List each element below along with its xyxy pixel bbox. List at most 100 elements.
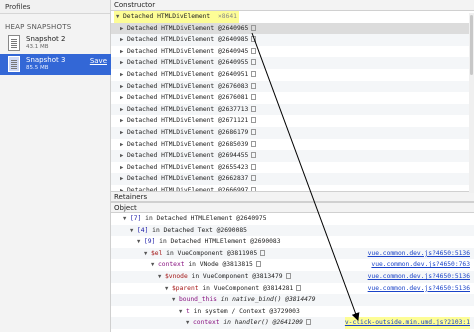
constructor-row-label: Detached HTMLDivElement @2686179 bbox=[127, 128, 249, 136]
constructor-list: ▼ Detached HTMLDivElement ×8641 ▶ Detached… bbox=[111, 11, 474, 191]
constructor-row-label: Detached HTMLDivElement @2676081 bbox=[127, 94, 249, 102]
retainer-key: context bbox=[158, 261, 185, 269]
retainer-row[interactable]: ▼ $vnode in VueComponent @3813479 vue.comm… bbox=[111, 270, 474, 283]
reveal-icon[interactable] bbox=[251, 175, 257, 182]
reveal-icon[interactable] bbox=[251, 94, 257, 101]
retainer-row[interactable]: ▼ context in VNode @3813815 vue.common.dev… bbox=[111, 259, 474, 271]
retainer-row[interactable]: ▼ t in system / Context @3729003 bbox=[111, 306, 474, 318]
group-count: ×8641 bbox=[218, 13, 237, 20]
profiles-sidebar: Profiles HEAP SNAPSHOTS Snapshot 2 43.1 … bbox=[0, 0, 111, 332]
retainer-row[interactable]: ▼ [9] in Detached HTMLElement @2690083 bbox=[111, 236, 474, 248]
retainer-key: $vnode bbox=[165, 272, 188, 280]
constructor-row-label: Detached HTMLDivElement @2640985 bbox=[127, 36, 249, 44]
constructor-row[interactable]: ▶ Detached HTMLDivElement @2671121 bbox=[111, 115, 474, 127]
constructor-row-label: Detached HTMLDivElement @2671121 bbox=[127, 117, 249, 125]
retainer-row[interactable]: ▼ context in handler() @2641209 v-click-ou… bbox=[111, 317, 474, 329]
retainer-row[interactable]: ▼ $el in VueComponent @3811905 vue.common.… bbox=[111, 247, 474, 260]
source-link[interactable]: vue.common.dev.js?4650:5136 bbox=[368, 283, 470, 295]
reveal-icon[interactable] bbox=[251, 47, 257, 54]
reveal-icon[interactable] bbox=[251, 186, 257, 191]
constructor-row[interactable]: ▶ Detached HTMLDivElement @2640955 bbox=[111, 57, 474, 69]
reveal-icon[interactable] bbox=[251, 105, 257, 112]
retainer-key: [4] bbox=[137, 226, 149, 234]
retainer-object: in VueComponent @3814281 bbox=[198, 284, 294, 292]
constructor-header[interactable]: Constructor bbox=[111, 0, 474, 11]
constructor-scrollbar[interactable] bbox=[469, 13, 474, 193]
retainers-header[interactable]: Retainers bbox=[111, 191, 474, 202]
expanded-triangle-icon[interactable]: ▼ bbox=[186, 318, 193, 330]
constructor-row[interactable]: ▶ Detached HTMLDivElement @2637713 bbox=[111, 103, 474, 116]
constructor-row-label: Detached HTMLDivElement @2662837 bbox=[127, 175, 249, 183]
constructor-row[interactable]: ▶ Detached HTMLDivElement @2686179 bbox=[111, 126, 474, 139]
retainer-key: [9] bbox=[144, 238, 156, 246]
constructor-row[interactable]: ▶ Detached HTMLDivElement @2685039 bbox=[111, 139, 474, 151]
constructor-row[interactable]: ▶ Detached HTMLDivElement @2676081 bbox=[111, 92, 474, 104]
reveal-icon[interactable] bbox=[296, 284, 302, 291]
constructor-row-label: Detached HTMLDivElement @2640955 bbox=[127, 59, 249, 67]
reveal-icon[interactable] bbox=[305, 319, 311, 326]
snapshot-2-item[interactable]: Snapshot 2 43.1 MB bbox=[0, 33, 111, 54]
profiles-title: Profiles bbox=[0, 0, 110, 14]
retainer-row[interactable]: ▼ $parent in VueComponent @3814281 vue.com… bbox=[111, 283, 474, 295]
reveal-icon[interactable] bbox=[260, 249, 266, 256]
constructor-row-label: Detached HTMLDivElement @2655423 bbox=[127, 163, 249, 171]
reveal-icon[interactable] bbox=[251, 152, 257, 159]
constructor-row[interactable]: ▶ Detached HTMLDivElement @2655423 bbox=[111, 162, 474, 174]
object-column-header[interactable]: Object bbox=[111, 202, 474, 213]
retainer-object: in Detached HTMLElement @2690083 bbox=[155, 238, 281, 246]
source-link[interactable]: vue.common.dev.js?4650:5136 bbox=[368, 271, 470, 283]
retainer-row[interactable]: ▼ bound_this in native_bind() @3814479 bbox=[111, 294, 474, 306]
reveal-icon[interactable] bbox=[251, 59, 257, 66]
source-link[interactable]: vue.common.dev.js?4650:763 bbox=[371, 259, 470, 271]
snapshot-size: 43.1 MB bbox=[26, 44, 49, 50]
group-label: Detached HTMLDivElement bbox=[123, 13, 211, 20]
snapshot-3-item[interactable]: Snapshot 3 85.5 MB Save bbox=[0, 54, 111, 75]
constructor-row[interactable]: ▶ Detached HTMLDivElement @2666997 bbox=[111, 185, 474, 191]
snapshot-file-icon bbox=[8, 56, 20, 72]
source-link[interactable]: vue.common.dev.js?4650:5136 bbox=[368, 248, 470, 260]
reveal-icon[interactable] bbox=[251, 24, 257, 31]
retainer-object: in VueComponent @3813479 bbox=[187, 272, 283, 280]
retainer-object: in Detached HTMLElement @2640975 bbox=[141, 215, 267, 222]
constructor-row[interactable]: ▶ Detached HTMLDivElement @2640951 bbox=[111, 69, 474, 81]
source-link[interactable]: v-click-outside.min.umd.js?2103:1 bbox=[344, 317, 470, 329]
reveal-icon[interactable] bbox=[251, 117, 257, 124]
constructor-row[interactable]: ▶ Detached HTMLDivElement @2676083 bbox=[111, 80, 474, 93]
collapsed-triangle-icon[interactable]: ▶ bbox=[120, 186, 127, 191]
reveal-icon[interactable] bbox=[255, 261, 261, 268]
constructor-row-label: Detached HTMLDivElement @2694455 bbox=[127, 152, 249, 160]
reveal-icon[interactable] bbox=[251, 82, 257, 89]
retainer-object: in VueComponent @3811905 bbox=[162, 249, 258, 257]
heap-snapshots-heading: HEAP SNAPSHOTS bbox=[5, 23, 72, 31]
reveal-icon[interactable] bbox=[251, 128, 257, 135]
constructor-row[interactable]: ▶ Detached HTMLDivElement @2662837 bbox=[111, 173, 474, 185]
constructor-row-label: Detached HTMLDivElement @2666997 bbox=[127, 186, 249, 191]
constructor-row[interactable]: ▶ Detached HTMLDivElement @2640945 bbox=[111, 46, 474, 58]
retainer-object: in handler() @2641209 bbox=[219, 319, 303, 327]
constructor-group-row[interactable]: ▼ Detached HTMLDivElement ×8641 bbox=[111, 11, 474, 24]
heap-view: Constructor ▼ Detached HTMLDivElement ×86… bbox=[111, 0, 474, 332]
snapshot-name: Snapshot 3 bbox=[26, 56, 66, 64]
snapshot-name: Snapshot 2 bbox=[26, 35, 66, 43]
snapshot-size: 85.5 MB bbox=[26, 65, 49, 71]
reveal-icon[interactable] bbox=[251, 70, 257, 77]
constructor-row-label: Detached HTMLDivElement @2640951 bbox=[127, 70, 249, 78]
retainers-list: ▼ [7] in Detached HTMLElement @2640975 ▼ [4… bbox=[111, 213, 474, 329]
save-snapshot-link[interactable]: Save bbox=[90, 57, 107, 65]
retainer-object: in VNode @3813815 bbox=[184, 261, 253, 269]
reveal-icon[interactable] bbox=[251, 36, 257, 43]
constructor-row[interactable]: ▶ Detached HTMLDivElement @2640985 bbox=[111, 34, 474, 46]
retainer-key: bound_this bbox=[179, 296, 217, 304]
reveal-icon[interactable] bbox=[251, 140, 257, 147]
constructor-row-label: Detached HTMLDivElement @2685039 bbox=[127, 140, 249, 148]
retainer-row[interactable]: ▼ [7] in Detached HTMLElement @2640975 bbox=[111, 213, 474, 225]
constructor-row[interactable]: ▶ Detached HTMLDivElement @2694455 bbox=[111, 150, 474, 162]
reveal-icon[interactable] bbox=[285, 272, 291, 279]
retainer-key: $parent bbox=[172, 284, 199, 292]
constructor-row-label: Detached HTMLDivElement @2637713 bbox=[127, 105, 249, 113]
retainer-object: in system / Context @3729003 bbox=[189, 307, 300, 315]
retainer-row[interactable]: ▼ [4] in Detached Text @2690085 bbox=[111, 224, 474, 237]
constructor-row[interactable]: ▶ Detached HTMLDivElement @2640965 bbox=[111, 22, 474, 35]
retainer-object: in Detached Text @2690085 bbox=[148, 226, 247, 234]
reveal-icon[interactable] bbox=[251, 163, 257, 170]
